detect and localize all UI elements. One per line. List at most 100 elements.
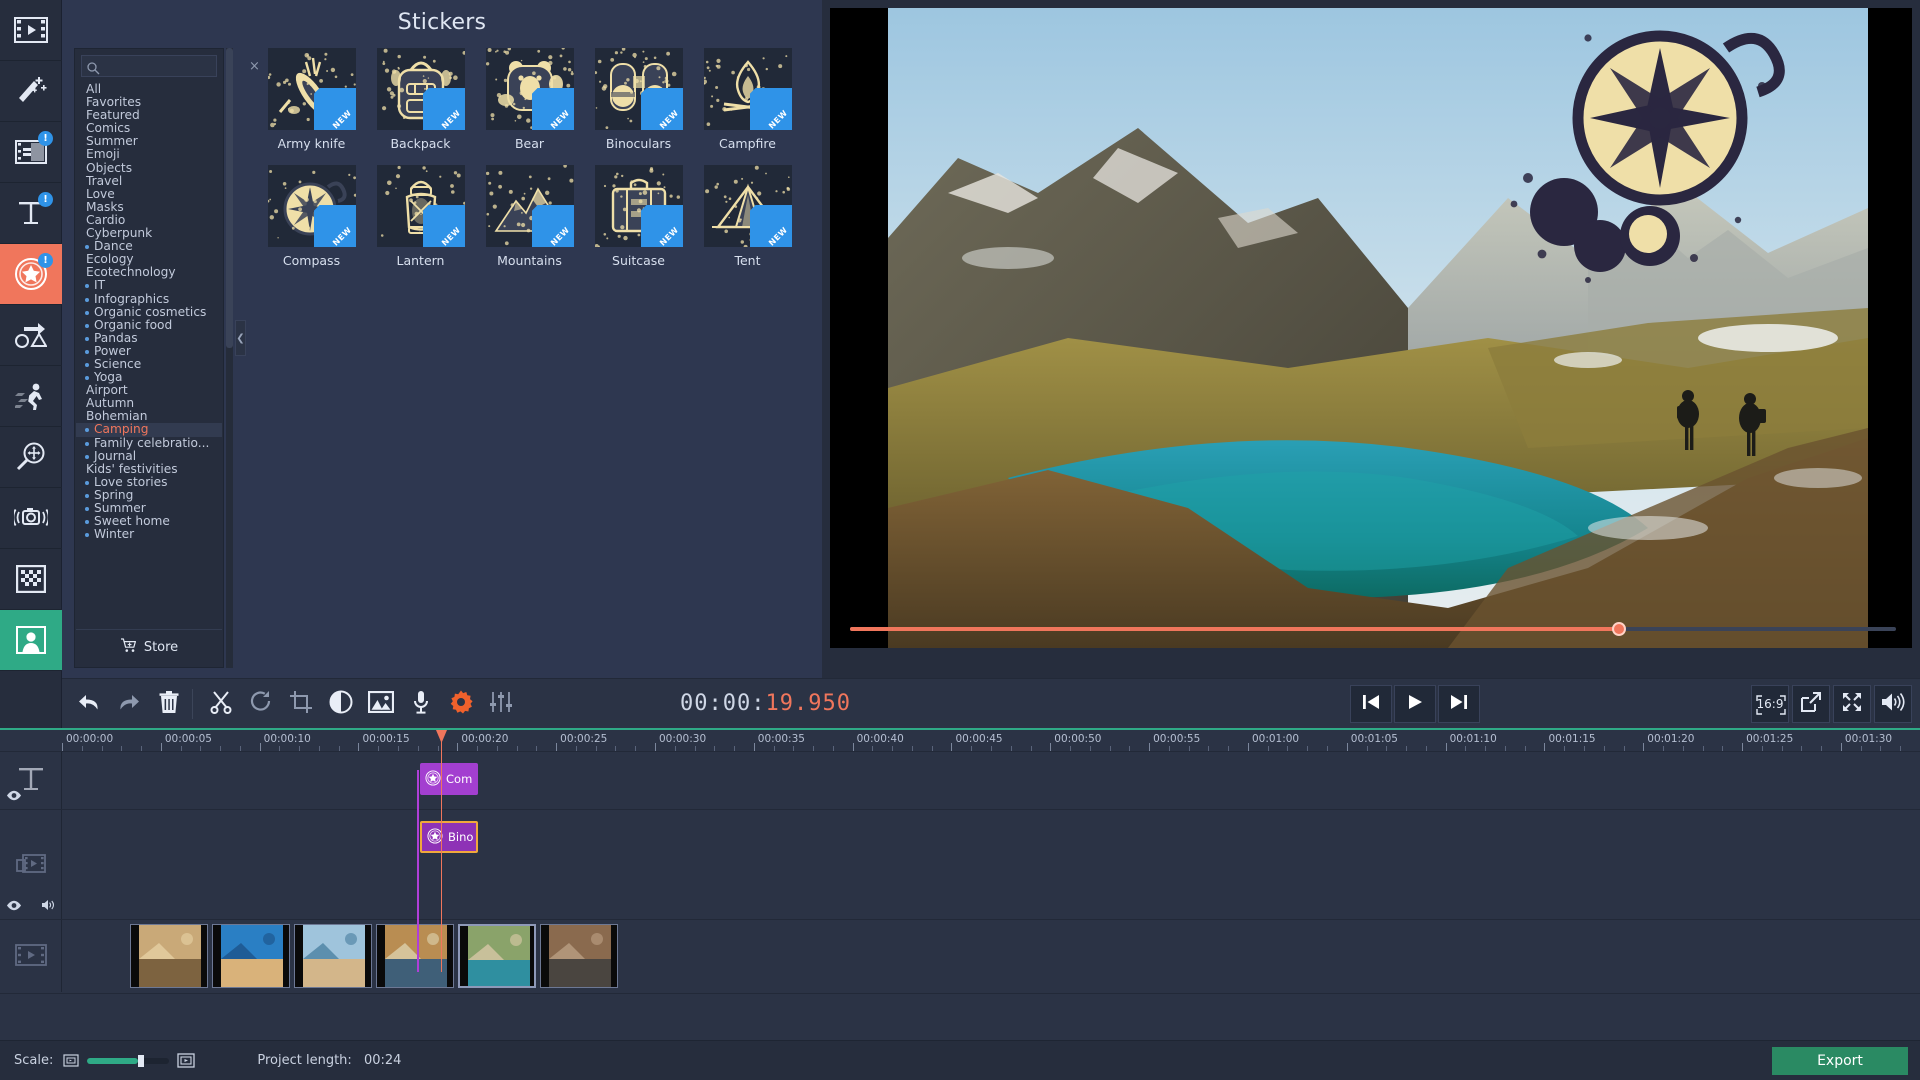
sticker-item-binoculars[interactable]: NEW Binoculars (584, 48, 693, 151)
sticker-thumbnail[interactable]: NEW (485, 48, 574, 130)
next-frame-button[interactable] (1438, 685, 1480, 723)
track-lanes[interactable]: Com Bino (62, 752, 1920, 994)
rail-button-stickers[interactable]: ! (0, 244, 62, 305)
rail-button-titles[interactable]: ! (0, 183, 62, 244)
rail-button-animation[interactable] (0, 305, 62, 366)
category-item[interactable]: Emoji (76, 148, 222, 161)
color-adjust-button[interactable] (322, 685, 360, 723)
previous-frame-button[interactable] (1350, 685, 1392, 723)
sticker-item-bear[interactable]: NEW Bear (475, 48, 584, 151)
sticker-item-mountains[interactable]: NEW Mountains (475, 165, 584, 268)
sticker-item-tent[interactable]: NEW Tent (693, 165, 802, 268)
category-list[interactable]: All Favorites Featured Comics Summer Emoji Obj… (76, 83, 222, 625)
video-clip-thumbnail[interactable] (130, 924, 208, 988)
image-properties-button[interactable] (362, 685, 400, 723)
rail-button-chroma-key[interactable] (0, 549, 62, 610)
category-scrollbar-thumb[interactable] (226, 48, 233, 348)
sticker-thumbnail[interactable]: NEW (376, 48, 465, 130)
category-item[interactable]: IT (76, 279, 222, 292)
track-visibility-eye-icon[interactable] (6, 786, 22, 805)
rail-button-transitions[interactable]: ! (0, 122, 62, 183)
sticker-thumbnail[interactable]: NEW (594, 48, 683, 130)
category-item[interactable]: Family celebratio... (76, 436, 222, 450)
category-item[interactable]: Journal (76, 449, 222, 463)
sticker-item-lantern[interactable]: NEW Lantern (366, 165, 475, 268)
video-clip-thumbnail[interactable] (540, 924, 618, 988)
collapse-panel-handle[interactable]: ❮ (235, 320, 246, 356)
category-item[interactable]: Pandas (76, 331, 222, 345)
video-clip-thumbnail[interactable] (294, 924, 372, 988)
seek-track[interactable] (850, 622, 1896, 636)
preview-canvas[interactable] (830, 8, 1912, 648)
timeline-zoom-in-icon[interactable] (177, 1053, 196, 1068)
preview-seek-bar[interactable] (850, 620, 1896, 638)
sticker-thumbnail[interactable]: NEW (267, 48, 356, 130)
sticker-thumbnail[interactable]: NEW (703, 48, 792, 130)
sticker-item-compass[interactable]: NEW Compass (257, 165, 366, 268)
category-item[interactable]: Power (76, 344, 222, 358)
aspect-ratio-button[interactable]: 16:9 (1751, 685, 1789, 723)
playhead[interactable] (436, 730, 447, 972)
video-clip-thumbnail[interactable] (376, 924, 454, 988)
export-button[interactable]: Export (1772, 1047, 1908, 1075)
seek-handle[interactable] (1611, 622, 1626, 636)
category-item[interactable]: Love stories (76, 475, 222, 489)
track-lane[interactable]: Bino (62, 810, 1920, 920)
search-box[interactable]: × (81, 55, 260, 77)
timeline-zoom-out-icon[interactable] (63, 1054, 79, 1067)
delete-button[interactable] (150, 685, 188, 723)
track-lane[interactable] (62, 920, 1920, 994)
video-clip-thumbnail[interactable] (212, 924, 290, 988)
timeline-clip[interactable]: Com (420, 763, 478, 795)
track-mute-speaker-icon[interactable] (41, 896, 56, 915)
category-item[interactable]: Masks (76, 200, 222, 214)
volume-button[interactable] (1874, 685, 1912, 723)
category-item[interactable]: Organic food (76, 318, 222, 332)
clip-properties-button[interactable] (442, 685, 480, 723)
category-item[interactable]: Objects (76, 161, 222, 175)
category-item[interactable]: Travel (76, 174, 222, 188)
sticker-item-backpack[interactable]: NEW Backpack (366, 48, 475, 151)
search-input[interactable] (82, 59, 249, 73)
sticker-thumbnail[interactable]: NEW (703, 165, 792, 247)
rotate-button[interactable] (242, 685, 280, 723)
timeline-ruler[interactable]: 00:00:00 00:00:05 00:00:10 00:00:15 00:00:20… (0, 730, 1920, 752)
sticker-thumbnail[interactable]: NEW (594, 165, 683, 247)
fullscreen-button[interactable] (1833, 685, 1871, 723)
sticker-thumbnail[interactable]: NEW (485, 165, 574, 247)
category-scrollbar[interactable] (226, 48, 233, 668)
play-button[interactable] (1394, 685, 1436, 723)
category-item[interactable]: Organic cosmetics (76, 305, 222, 319)
sticker-item-campfire[interactable]: NEW Campfire (693, 48, 802, 151)
category-item[interactable]: Winter (76, 528, 222, 541)
store-button[interactable]: Store (76, 629, 222, 665)
rail-button-highlight-and-conceal[interactable] (0, 610, 62, 671)
detach-preview-button[interactable] (1792, 685, 1830, 723)
track-lane[interactable]: Com (62, 752, 1920, 810)
crop-button[interactable] (282, 685, 320, 723)
rail-button-import-media[interactable] (0, 0, 62, 61)
sticker-item-army-knife[interactable]: NEW Army knife (257, 48, 366, 151)
undo-button[interactable] (70, 685, 108, 723)
sticker-thumbnail[interactable]: NEW (376, 165, 465, 247)
redo-button[interactable] (110, 685, 148, 723)
track-header-video-track[interactable] (0, 920, 62, 994)
category-item[interactable]: Infographics (76, 292, 222, 306)
split-button[interactable] (202, 685, 240, 723)
track-header-overlay-track[interactable] (0, 810, 62, 920)
record-audio-button[interactable] (402, 685, 440, 723)
category-item[interactable]: Love (76, 187, 222, 201)
category-item[interactable]: Kids' festivities (76, 462, 222, 476)
rail-button-filters[interactable] (0, 61, 62, 122)
track-visibility-eye-icon[interactable] (6, 896, 22, 915)
sticker-item-suitcase[interactable]: NEW Suitcase (584, 165, 693, 268)
video-clip-thumbnail[interactable] (458, 924, 536, 988)
timeline-scale-slider[interactable] (87, 1054, 170, 1067)
category-item[interactable]: Camping (76, 423, 222, 437)
rail-button-pan-and-zoom[interactable] (0, 427, 62, 488)
audio-properties-button[interactable] (482, 685, 520, 723)
track-header-title-track[interactable] (0, 752, 62, 810)
sticker-thumbnail[interactable]: NEW (267, 165, 356, 247)
timeline-clip[interactable]: Bino (420, 821, 478, 853)
rail-button-stabilization[interactable] (0, 488, 62, 549)
